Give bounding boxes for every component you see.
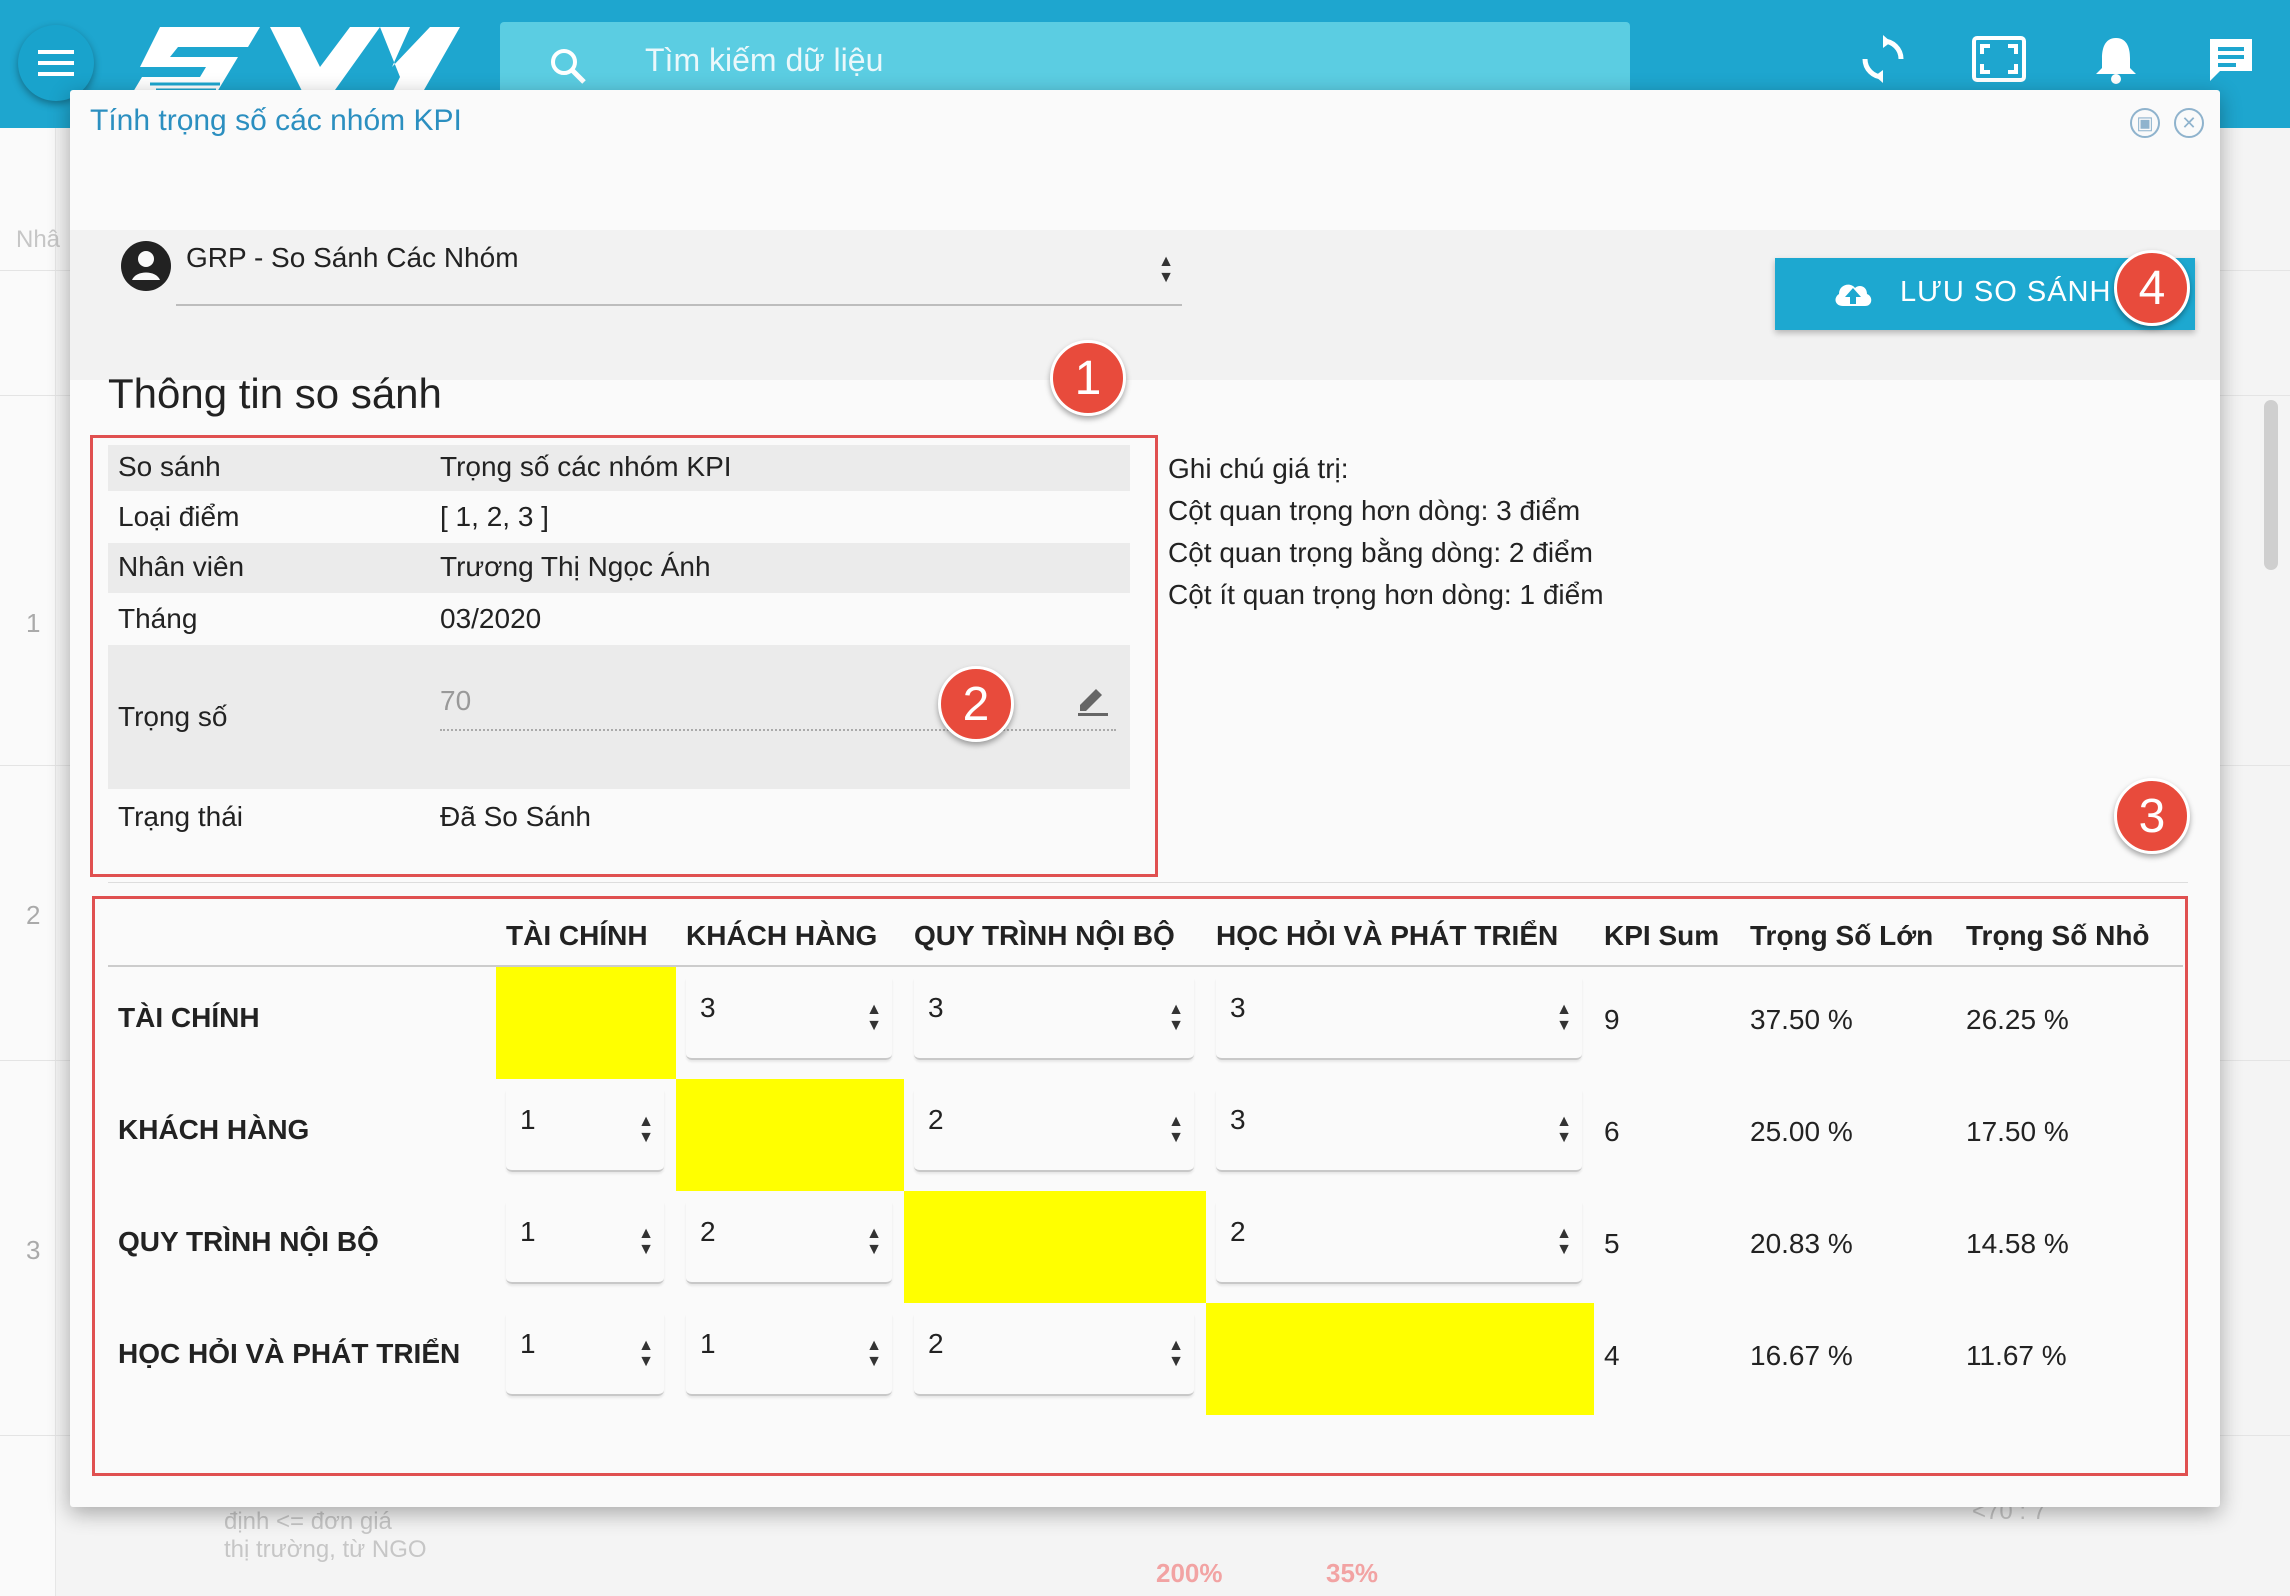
- background-column: [0, 128, 56, 1596]
- refresh-icon[interactable]: [1852, 28, 1914, 90]
- background-percent: 35%: [1326, 1558, 1379, 1588]
- background-footer-text: định <= đơn giá: [224, 1508, 392, 1535]
- bell-icon[interactable]: [2085, 28, 2147, 90]
- background-percent: 200%: [1156, 1558, 1223, 1588]
- annotation-badge: 4: [2114, 250, 2190, 326]
- background-partial-label: Nhâ: [16, 226, 61, 253]
- annotation-badge: 2: [938, 666, 1014, 742]
- note-line: Ghi chú giá trị:: [1168, 453, 1349, 484]
- background-row-number: 2: [26, 900, 41, 930]
- annotation-badge: 3: [2114, 778, 2190, 854]
- background-row-number: 1: [26, 608, 41, 638]
- note-line: Cột quan trọng bằng dòng: 2 điểm: [1168, 537, 1593, 568]
- menu-icon: [38, 50, 74, 76]
- annotation-box-matrix: [92, 896, 2188, 1476]
- kpi-weight-modal: Tính trọng số các nhóm KPI ▣ ✕ GRP - So …: [70, 90, 2220, 1507]
- background-row-number: 3: [26, 1235, 41, 1265]
- select-arrows-icon: ▲ ▼: [1158, 253, 1174, 286]
- group-select[interactable]: GRP - So Sánh Các Nhóm ▲ ▼: [176, 230, 1182, 306]
- search-icon: [551, 49, 586, 84]
- value-notes: Ghi chú giá trị: Cột quan trọng hơn dòng…: [1168, 448, 1604, 616]
- search-placeholder: Tìm kiếm dữ liệu: [645, 42, 884, 78]
- note-line: Cột quan trọng hơn dòng: 3 điểm: [1168, 495, 1581, 526]
- background-scrollbar[interactable]: [2264, 400, 2278, 570]
- fullscreen-icon[interactable]: [1968, 28, 2030, 90]
- note-line: Cột ít quan trọng hơn dòng: 1 điểm: [1168, 579, 1604, 610]
- annotation-badge: 1: [1050, 340, 1126, 416]
- annotation-box-info: [90, 435, 1158, 877]
- modal-title: Tính trọng số các nhóm KPI: [90, 104, 462, 137]
- modal-window-controls: ▣ ✕: [2130, 108, 2204, 138]
- account-circle-icon: [121, 241, 171, 291]
- minimize-icon[interactable]: ▣: [2130, 108, 2160, 138]
- section-title: Thông tin so sánh: [108, 370, 442, 417]
- cloud-upload-icon: [1835, 284, 1872, 306]
- close-icon[interactable]: ✕: [2174, 108, 2204, 138]
- group-select-value: GRP - So Sánh Các Nhóm: [186, 242, 519, 273]
- chat-icon[interactable]: [2200, 28, 2262, 90]
- save-button-label: LƯU SO SÁNH: [1900, 276, 2112, 308]
- background-footer-text: thị trường, từ NGO: [224, 1536, 427, 1563]
- section-divider: [108, 882, 2188, 883]
